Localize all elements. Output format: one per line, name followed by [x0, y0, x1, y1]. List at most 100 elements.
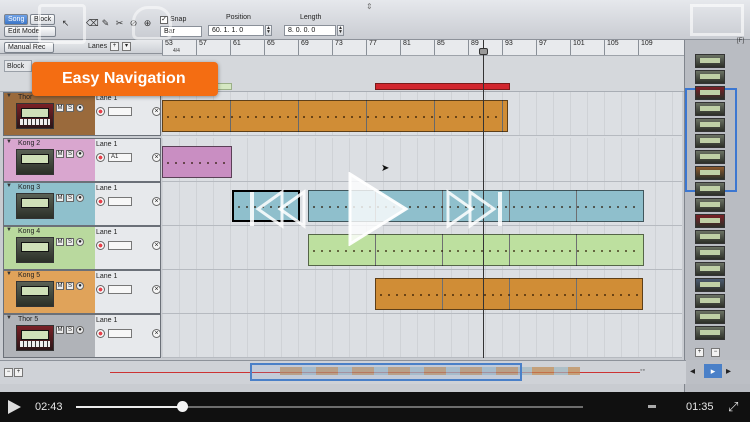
razor-tool-icon[interactable]: ✂: [114, 18, 125, 29]
video-play-icon[interactable]: [8, 400, 21, 414]
delete-lane-icon[interactable]: ×: [152, 285, 160, 294]
solo-button[interactable]: S: [66, 238, 74, 246]
position-stepper[interactable]: ▲ ▼: [265, 25, 272, 36]
mute-button[interactable]: M: [56, 282, 64, 290]
track-header[interactable]: ▼ Kong 5 M S ● Lane 1 ×: [3, 270, 161, 314]
lane-pattern-select[interactable]: [108, 285, 132, 294]
mute-button[interactable]: M: [56, 238, 64, 246]
track-header[interactable]: ▼ Kong 2 M S ● Lane 1 A1 ×: [3, 138, 161, 182]
rack-device-thumbnail[interactable]: [695, 278, 725, 292]
track-expand-icon[interactable]: ▼: [6, 93, 12, 99]
track-expand-icon[interactable]: ▼: [6, 315, 12, 321]
video-minimize-icon[interactable]: [648, 405, 656, 408]
video-scrubber-knob[interactable]: [177, 401, 189, 412]
track-expand-icon[interactable]: ▼: [6, 183, 12, 189]
lane-pattern-select[interactable]: [108, 107, 132, 116]
mute-button[interactable]: M: [56, 104, 64, 112]
play-icon[interactable]: ▸: [704, 364, 722, 378]
lane-pattern-select[interactable]: [108, 241, 132, 250]
track-expand-icon[interactable]: ▼: [6, 227, 12, 233]
song-tab[interactable]: Song: [4, 14, 29, 25]
rewind-icon[interactable]: ◂: [690, 366, 695, 377]
delete-lane-icon[interactable]: ×: [152, 153, 160, 162]
rack-device-thumbnail[interactable]: [695, 118, 725, 132]
add-lane-button[interactable]: +: [110, 42, 119, 51]
track-header[interactable]: ▼ Kong 3 M S ● Lane 1 ×: [3, 182, 161, 226]
overview-loop-icon[interactable]: ◦◦: [640, 367, 645, 374]
record-enable-button[interactable]: ●: [76, 194, 84, 202]
overview-visible-window[interactable]: [250, 363, 522, 381]
rack-device-thumbnail[interactable]: [695, 310, 725, 324]
record-enable-button[interactable]: ●: [76, 326, 84, 334]
rack-device-thumbnail[interactable]: [695, 150, 725, 164]
lane-pattern-select[interactable]: [108, 329, 132, 338]
length-field[interactable]: 8. 0. 0. 0: [284, 25, 336, 36]
rack-device-thumbnail[interactable]: [695, 246, 725, 260]
lane-record-button[interactable]: [96, 329, 105, 338]
rack-device-thumbnail[interactable]: [695, 134, 725, 148]
solo-button[interactable]: S: [66, 326, 74, 334]
lane-options-button[interactable]: ▾: [122, 42, 131, 51]
record-enable-button[interactable]: ●: [76, 238, 84, 246]
delete-lane-icon[interactable]: ×: [152, 197, 160, 206]
lane-record-button[interactable]: [96, 285, 105, 294]
record-enable-button[interactable]: ●: [76, 282, 84, 290]
rack-device-thumbnail[interactable]: [695, 214, 725, 228]
video-display-icon[interactable]: [690, 4, 744, 36]
block-clip[interactable]: [375, 83, 510, 90]
mute-button[interactable]: M: [56, 326, 64, 334]
rack-device-thumbnail[interactable]: [695, 86, 725, 100]
position-field[interactable]: 60. 1. 1. 0: [208, 25, 264, 36]
rack-overview-panel[interactable]: [F] + −: [684, 38, 750, 392]
video-scrubber[interactable]: [76, 406, 583, 408]
eraser-tool-icon[interactable]: ⌫: [86, 18, 99, 29]
zoom-in-button[interactable]: +: [14, 368, 23, 377]
rack-device-thumbnail[interactable]: [695, 326, 725, 340]
solo-button[interactable]: S: [66, 194, 74, 202]
rack-device-thumbnail[interactable]: [695, 182, 725, 196]
note-clip[interactable]: [162, 146, 232, 178]
track-expand-icon[interactable]: ▼: [6, 139, 12, 145]
record-enable-button[interactable]: ●: [76, 104, 84, 112]
lane-pattern-select[interactable]: [108, 197, 132, 206]
track-expand-icon[interactable]: ▼: [6, 271, 12, 277]
solo-button[interactable]: S: [66, 150, 74, 158]
rack-device-thumbnail[interactable]: [695, 198, 725, 212]
rack-device-thumbnail[interactable]: [695, 166, 725, 180]
forward-icon[interactable]: ▸: [726, 366, 731, 377]
resize-grip-icon[interactable]: ⇕: [366, 2, 373, 11]
delete-lane-icon[interactable]: ×: [152, 241, 160, 250]
pencil-tool-icon[interactable]: ✎: [100, 18, 111, 29]
delete-lane-icon[interactable]: ×: [152, 329, 160, 338]
lane-record-button[interactable]: [96, 197, 105, 206]
note-clip[interactable]: [375, 278, 643, 310]
timeline-ruler[interactable]: 4/4 53 57 61 65 69 73 77 81 85 89 93 97 101 105 109: [162, 40, 684, 56]
lane-record-button[interactable]: [96, 241, 105, 250]
lane-record-button[interactable]: [96, 153, 105, 162]
mute-button[interactable]: M: [56, 194, 64, 202]
rack-zoom-out-button[interactable]: −: [711, 348, 720, 357]
rack-device-thumbnail[interactable]: [695, 262, 725, 276]
rack-device-thumbnail[interactable]: [695, 230, 725, 244]
lane-pattern-select[interactable]: A1: [108, 153, 132, 162]
note-clip[interactable]: [162, 100, 508, 132]
mute-button[interactable]: M: [56, 150, 64, 158]
lane-record-button[interactable]: [96, 107, 105, 116]
playhead-handle[interactable]: [479, 48, 488, 55]
track-header[interactable]: ▼ Thor M S ● Lane 1 ×: [3, 92, 161, 136]
track-header[interactable]: ▼ Kong 4 M S ● Lane 1 ×: [3, 226, 161, 270]
zoom-out-button[interactable]: −: [4, 368, 13, 377]
rack-device-thumbnail[interactable]: [695, 294, 725, 308]
track-header[interactable]: ▼ Thor 5 M S ● Lane 1 ×: [3, 314, 161, 358]
record-enable-button[interactable]: ●: [76, 150, 84, 158]
delete-lane-icon[interactable]: ×: [152, 107, 160, 116]
track-lane[interactable]: [162, 314, 682, 358]
fullscreen-icon[interactable]: ⤢: [728, 400, 742, 414]
solo-button[interactable]: S: [66, 104, 74, 112]
rack-device-thumbnail[interactable]: [695, 54, 725, 68]
rack-zoom-in-button[interactable]: +: [695, 348, 704, 357]
length-stepper[interactable]: ▲ ▼: [337, 25, 344, 36]
rack-device-thumbnail[interactable]: [695, 70, 725, 84]
solo-button[interactable]: S: [66, 282, 74, 290]
rack-device-thumbnail[interactable]: [695, 102, 725, 116]
